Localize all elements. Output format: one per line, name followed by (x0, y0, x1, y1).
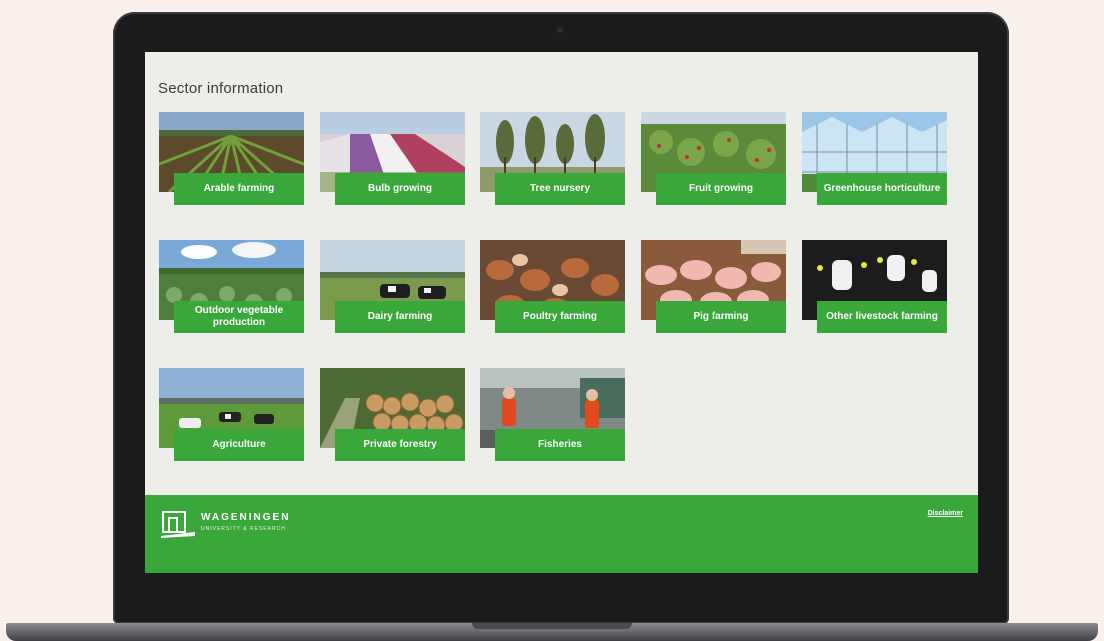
sector-label: Arable farming (174, 173, 304, 205)
sector-tile-poultry-farming[interactable]: Poultry farming (480, 240, 625, 335)
sector-label: Pig farming (656, 301, 786, 333)
sector-label: Fisheries (495, 429, 625, 461)
sector-tile-arable-farming[interactable]: Arable farming (159, 112, 304, 207)
sector-label: Agriculture (174, 429, 304, 461)
sector-tile-dairy-farming[interactable]: Dairy farming (320, 240, 465, 335)
sector-tile-fruit-growing[interactable]: Fruit growing (641, 112, 786, 207)
sector-tile-agriculture[interactable]: Agriculture (159, 368, 304, 463)
sector-tile-pig-farming[interactable]: Pig farming (641, 240, 786, 335)
sector-label: Poultry farming (495, 301, 625, 333)
logo-subtitle: UNIVERSITY & RESEARCH (201, 526, 286, 532)
sector-tile-fisheries[interactable]: Fisheries (480, 368, 625, 463)
laptop-base (6, 623, 1098, 641)
sector-label: Outdoor vegetable production (174, 301, 304, 333)
screen: Sector information Arable farming Bulb g… (145, 52, 978, 573)
sector-tile-greenhouse-horticulture[interactable]: Greenhouse horticulture (802, 112, 947, 207)
page-title: Sector information (158, 80, 284, 97)
sector-label: Other livestock farming (817, 301, 947, 333)
disclaimer-link[interactable]: Disclaimer (928, 510, 963, 517)
webcam-icon (557, 27, 563, 33)
footer: WAGENINGEN UNIVERSITY & RESEARCH Disclai… (145, 495, 978, 573)
laptop-notch (472, 623, 632, 629)
logo-name: WAGENINGEN (201, 512, 291, 523)
sector-tile-outdoor-vegetable-production[interactable]: Outdoor vegetable production (159, 240, 304, 335)
sector-label: Dairy farming (335, 301, 465, 333)
wageningen-logo[interactable]: WAGENINGEN UNIVERSITY & RESEARCH (159, 508, 319, 540)
sector-tile-other-livestock-farming[interactable]: Other livestock farming (802, 240, 947, 335)
sector-label: Bulb growing (335, 173, 465, 205)
sector-label: Greenhouse horticulture (817, 173, 947, 205)
wur-logo-icon (161, 511, 195, 538)
sector-tile-private-forestry[interactable]: Private forestry (320, 368, 465, 463)
sector-label: Tree nursery (495, 173, 625, 205)
sector-label: Fruit growing (656, 173, 786, 205)
sector-tile-bulb-growing[interactable]: Bulb growing (320, 112, 465, 207)
sector-label: Private forestry (335, 429, 465, 461)
sector-tile-tree-nursery[interactable]: Tree nursery (480, 112, 625, 207)
